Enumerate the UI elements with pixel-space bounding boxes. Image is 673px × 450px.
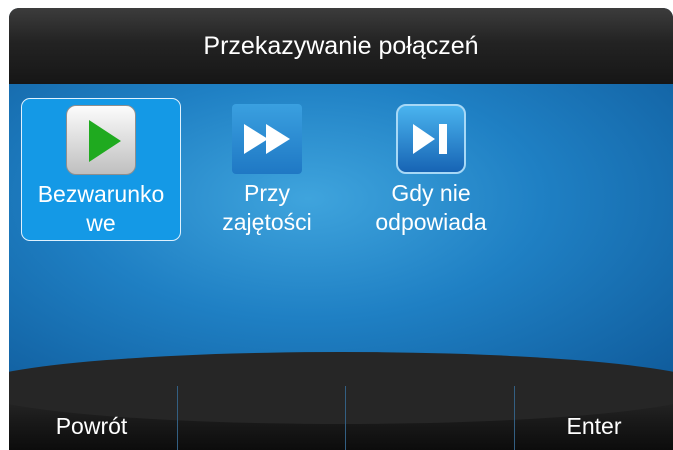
back-softkey[interactable]: Powrót <box>9 386 174 450</box>
page-title: Przekazywanie połączeń <box>9 8 673 84</box>
phone-screen: Przekazywanie połączeń Bezwarunko we Prz… <box>9 8 673 450</box>
option-busy[interactable]: Przy zajętości <box>187 98 347 241</box>
option-label: Bezwarunko we <box>37 181 165 236</box>
forward-options-area: Bezwarunko we Przy zajętości Gdy nie odp… <box>9 84 673 386</box>
option-unconditional[interactable]: Bezwarunko we <box>21 98 181 241</box>
enter-softkey[interactable]: Enter <box>515 386 673 450</box>
option-label: Przy zajętości <box>222 180 312 235</box>
softkey-2[interactable] <box>178 386 343 450</box>
fast-forward-icon <box>232 104 302 174</box>
play-icon <box>66 105 136 175</box>
option-label: Gdy nie odpowiada <box>375 180 487 235</box>
option-no-answer[interactable]: Gdy nie odpowiada <box>351 98 511 241</box>
softkey-3[interactable] <box>346 386 511 450</box>
play-pause-icon <box>396 104 466 174</box>
